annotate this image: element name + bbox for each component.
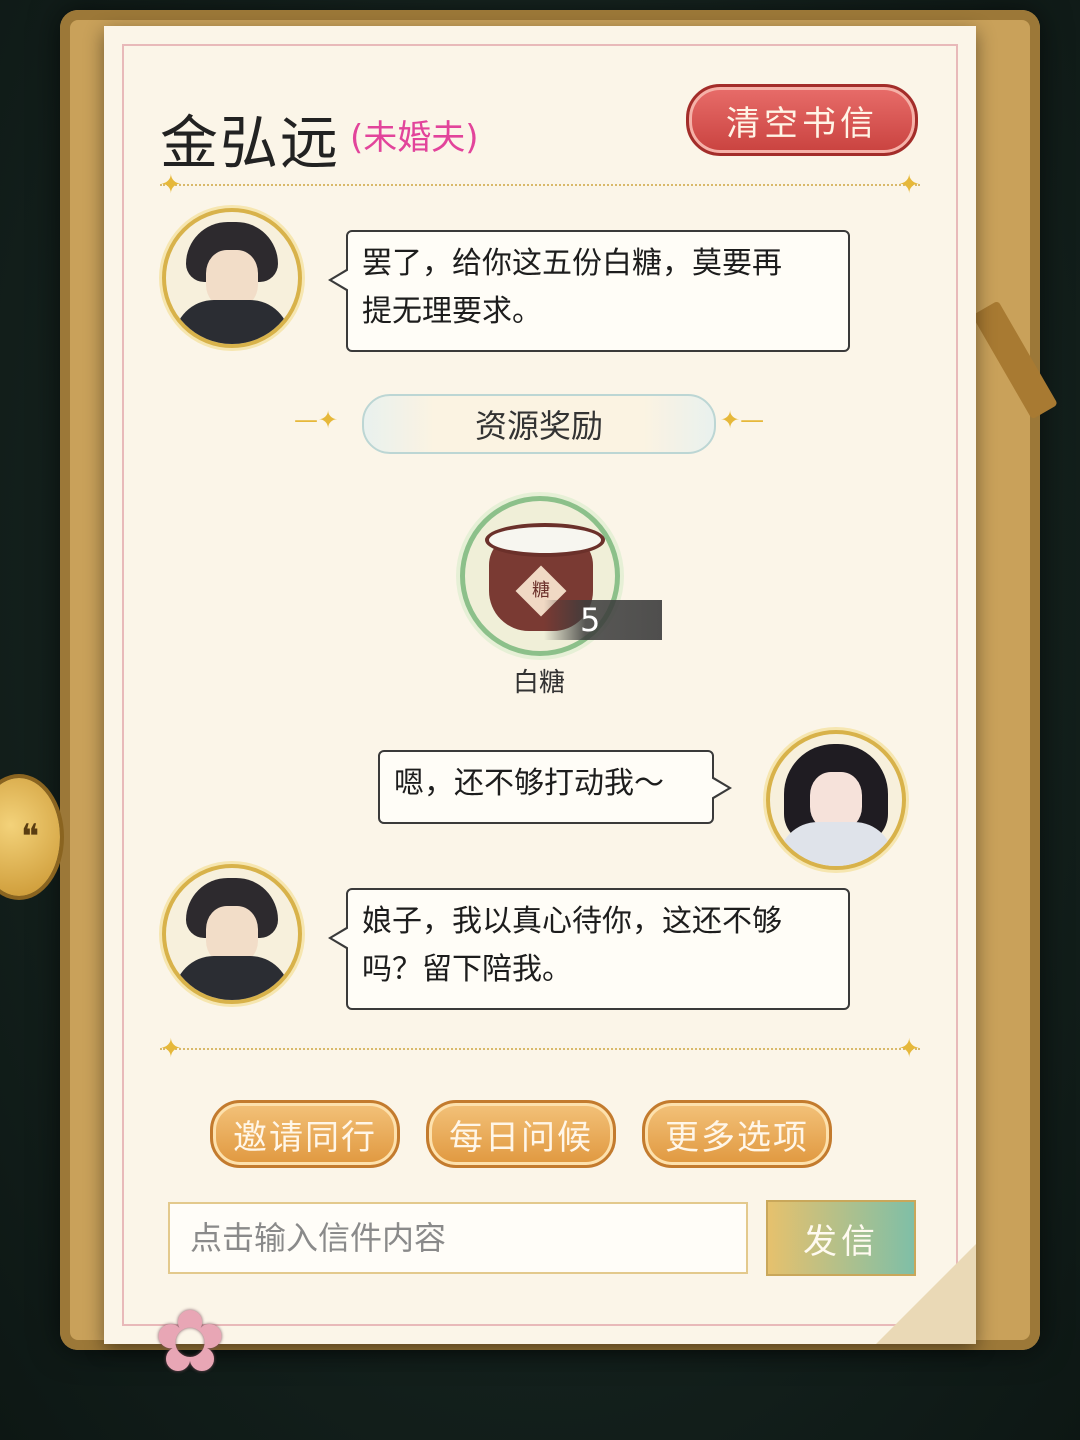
plum-blossom-icon: ✿ [153,1292,227,1392]
daily-greeting-button[interactable]: 每日问候 [426,1100,616,1168]
contact-name: 金弘远 [160,109,341,177]
sparkle-icon: ✦ [898,170,920,200]
message-text: 吗？留下陪我。 [362,952,572,987]
contact-relation: (未婚夫) [350,118,479,158]
sparkle-icon: ✦ [160,1034,182,1064]
reward-banner: 资源奖励 [362,394,716,454]
sparkle-icon: ✦ [898,1034,920,1064]
invite-travel-button[interactable]: 邀请同行 [210,1100,400,1168]
send-letter-button[interactable]: 发信 [766,1200,916,1276]
player-avatar[interactable] [766,730,906,870]
letter-panel: 金弘远 (未婚夫) 清空书信 ✦ ✦ 罢了，给你这五份白糖，莫要再 提无理要求。… [104,26,976,1392]
sparkle-icon: —✦ [294,406,339,434]
message-text: 嗯，还不够打动我～ [394,766,664,801]
message-bubble-npc: 娘子，我以真心待你，这还不够 吗？留下陪我。 [328,888,850,1010]
sparkle-icon: ✦— [720,406,765,434]
message-bubble-npc: 罢了，给你这五份白糖，莫要再 提无理要求。 [328,230,850,352]
chat-bubbles-icon[interactable]: ❝ [0,778,60,896]
message-bubble-player: 嗯，还不够打动我～ [378,750,732,824]
letter-input[interactable]: 点击输入信件内容 [168,1202,748,1274]
message-text: 娘子，我以真心待你，这还不够 [362,904,782,939]
bottom-divider: ✦ ✦ [160,1034,920,1064]
sparkle-icon: ✦ [160,170,182,200]
message-text: 提无理要求。 [362,294,542,329]
npc-avatar[interactable] [162,208,302,348]
item-quantity: 5 [544,600,662,640]
more-options-button[interactable]: 更多选项 [642,1100,832,1168]
message-text: 罢了，给你这五份白糖，莫要再 [362,246,782,281]
item-name: 白糖 [512,668,565,698]
npc-avatar[interactable] [162,864,302,1004]
top-divider: ✦ ✦ [160,170,920,200]
clear-letters-button[interactable]: 清空书信 [686,84,918,156]
